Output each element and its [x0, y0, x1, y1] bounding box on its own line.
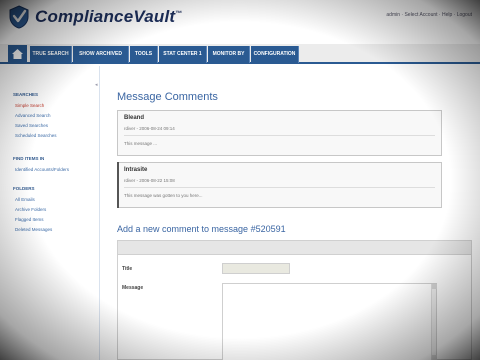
tab-true-search[interactable]: TRUE SEARCH [30, 46, 72, 63]
collapse-arrow-icon[interactable]: ◂ [95, 82, 100, 88]
sidebar-item-simple-search[interactable]: Simple Search [15, 103, 44, 108]
tab-tools[interactable]: TOOLS [130, 46, 158, 63]
sidebar-heading-searches: SEARCHES [13, 92, 39, 97]
sidebar-item-flagged-items[interactable]: Flagged Items [15, 217, 44, 222]
add-comment-heading: Add a new comment to message #520591 [117, 224, 286, 234]
main-tab-bar: TRUE SEARCH SHOW ARCHIVED TOOLS STAT CEN… [0, 44, 480, 64]
user-links[interactable]: admin · Select Account · Help · Logout [386, 12, 472, 18]
tab-configuration[interactable]: CONFIGURATION [251, 46, 299, 63]
comment-card: Intrasite rdiver - 2006-08-22 15:08 This… [117, 162, 442, 208]
tab-monitor-by[interactable]: MONITOR BY [208, 46, 250, 63]
sidebar: ◂ SEARCHES Simple Search Advanced Search… [0, 66, 100, 360]
comment-body: This message ... [124, 141, 158, 146]
sidebar-heading-folders: FOLDERS [13, 186, 35, 191]
scroll-down-arrow-icon[interactable] [432, 355, 437, 360]
comment-author: Intrasite [124, 167, 148, 173]
sidebar-item-archive-folders[interactable]: Archive Folders [15, 207, 46, 212]
message-label: Message [122, 285, 144, 291]
app-window: ComplianceVault™ admin · Select Account … [0, 0, 480, 360]
comment-body: This message was gotten to you here... [124, 193, 203, 198]
comment-divider [124, 187, 435, 188]
sidebar-item-saved-searches[interactable]: Saved Searches [15, 123, 48, 128]
tab-show-archived[interactable]: SHOW ARCHIVED [73, 46, 129, 63]
main-content: Message Comments Bleand rdiver - 2006-08… [108, 66, 480, 360]
app-name: ComplianceVault [35, 7, 176, 26]
sidebar-item-scheduled-searches[interactable]: Scheduled Searches [15, 133, 57, 138]
scroll-up-arrow-icon[interactable] [432, 284, 437, 289]
sidebar-item-advanced-search[interactable]: Advanced Search [15, 113, 51, 118]
comment-highlight-bar [117, 162, 119, 208]
sidebar-item-deleted-messages[interactable]: Deleted Messages [15, 227, 52, 232]
sidebar-item-identified-accounts[interactable]: Identified Accounts/Folders [15, 167, 69, 172]
trademark: ™ [175, 10, 183, 18]
comment-author: Bleand [124, 115, 145, 121]
message-field[interactable] [222, 283, 437, 360]
page-title: Message Comments [117, 91, 218, 103]
add-comment-form: Title Message [117, 240, 472, 360]
title-field[interactable] [222, 263, 290, 274]
sidebar-item-all-emails[interactable]: All Emails [15, 197, 35, 202]
shield-logo-icon [9, 5, 29, 29]
comment-meta: rdiver - 2006-08-24 09:14 [124, 126, 175, 131]
form-header [118, 241, 471, 255]
message-scrollbar[interactable] [431, 284, 437, 360]
home-tab[interactable] [8, 45, 27, 63]
comment-meta: rdiver - 2006-08-22 15:08 [124, 178, 175, 183]
title-label: Title [122, 266, 133, 272]
home-icon [12, 49, 23, 59]
comment-divider [124, 135, 435, 136]
header: ComplianceVault™ admin · Select Account … [0, 0, 480, 40]
sidebar-heading-find-items: FIND ITEMS IN [13, 156, 45, 161]
tab-stat-center[interactable]: STAT CENTER 1 [159, 46, 207, 63]
comment-card: Bleand rdiver - 2006-08-24 09:14 This me… [117, 110, 442, 156]
app-logo: ComplianceVault™ [35, 7, 183, 27]
